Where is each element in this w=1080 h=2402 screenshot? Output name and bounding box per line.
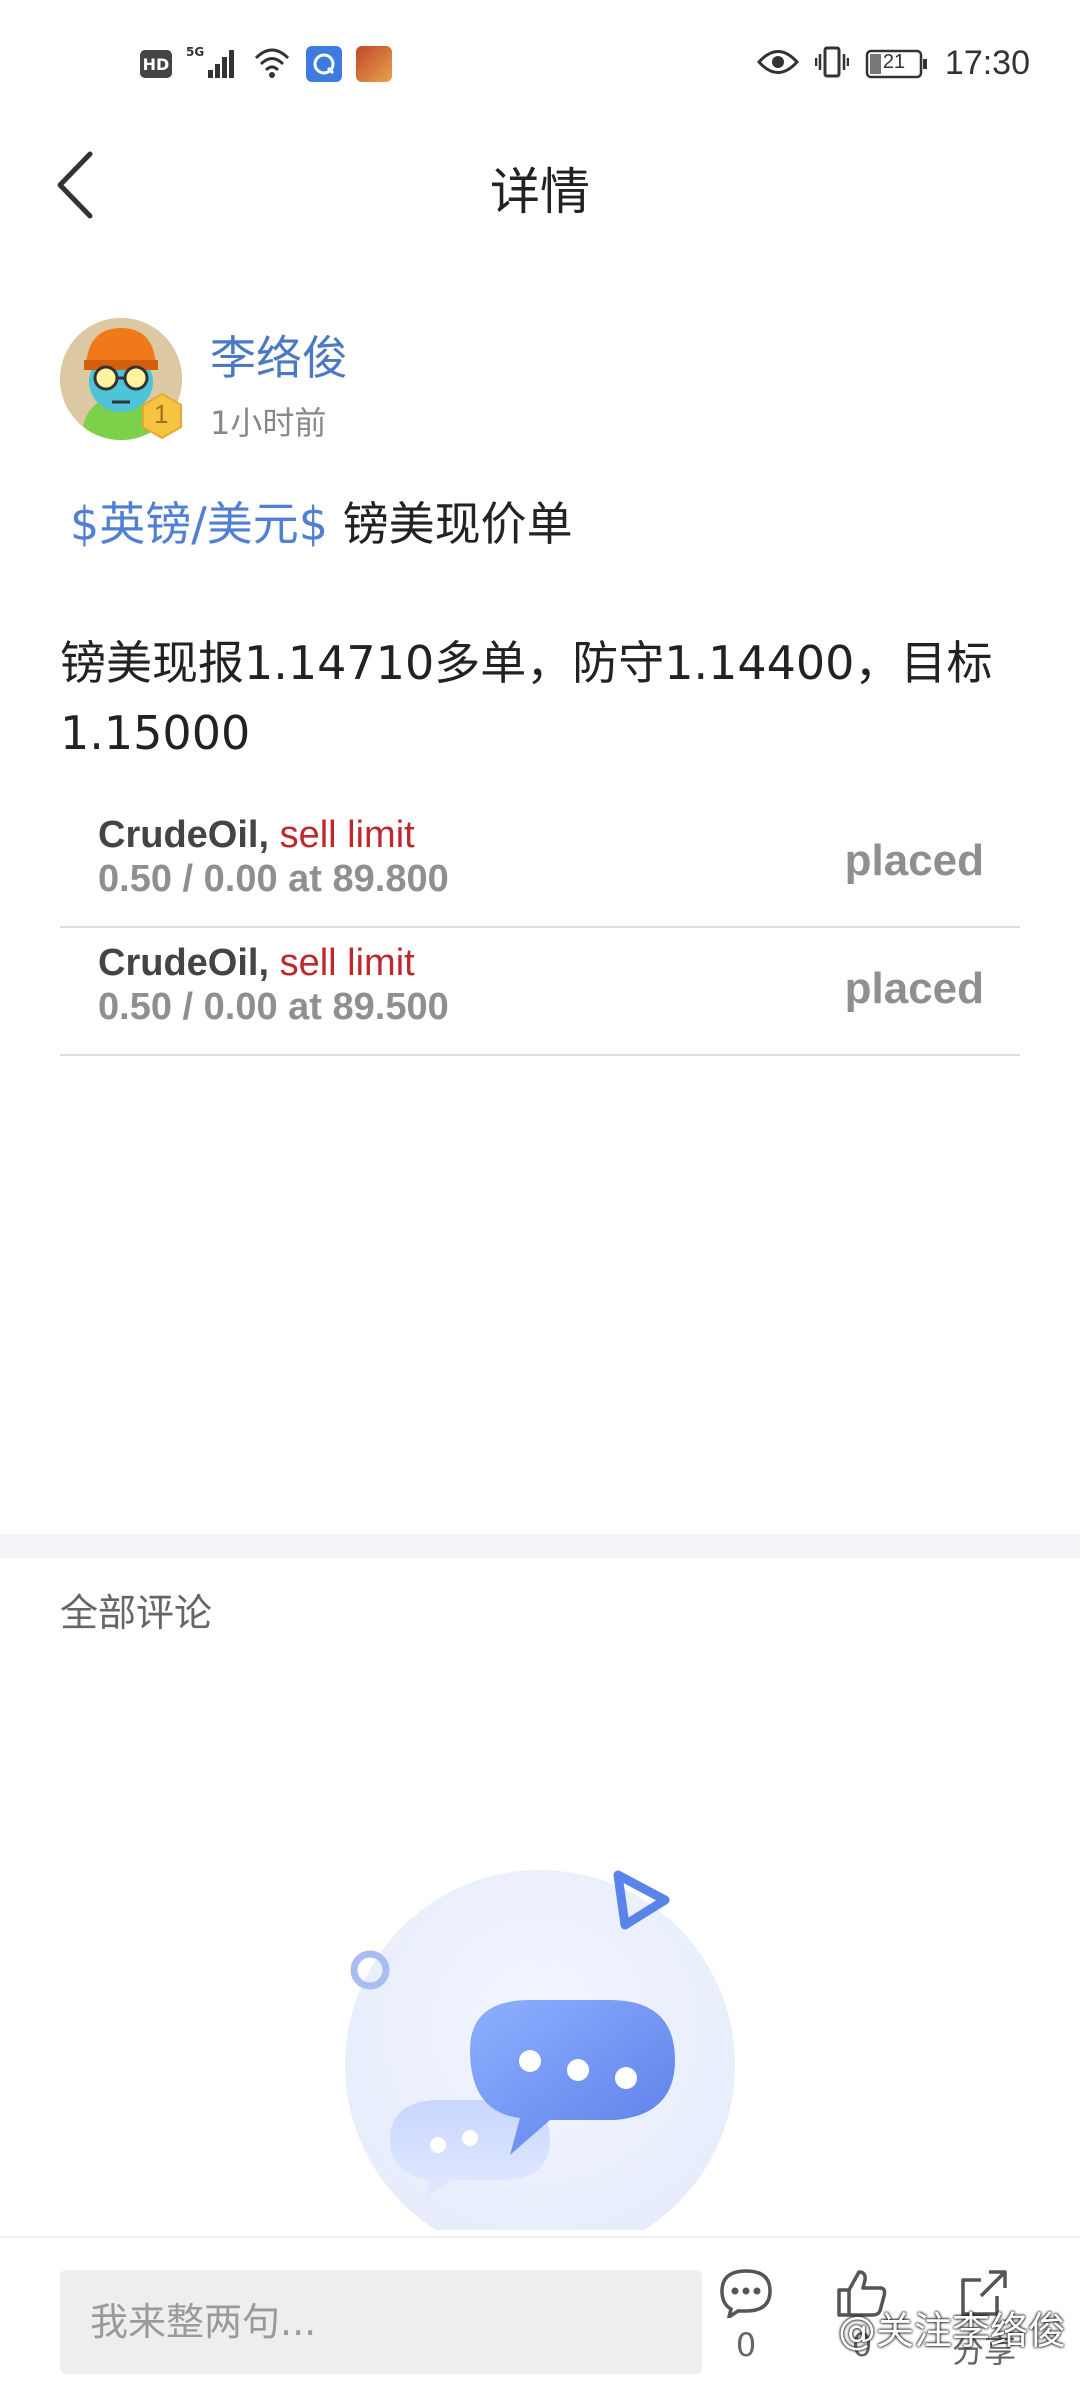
symbol-tag[interactable]: $英镑/美元$: [70, 497, 328, 551]
order-row[interactable]: CrudeOil, sell limit 0.50 / 0.00 at 89.5…: [60, 928, 1020, 1056]
empty-comments-illustration: [330, 1850, 750, 2260]
game-notification-icon: [356, 46, 392, 82]
post-time: 1小时前: [210, 404, 327, 442]
post-title-text: 镑美现价单: [342, 497, 573, 551]
app-notification-icon: [306, 46, 342, 82]
battery-icon: 21: [865, 49, 929, 79]
level-number: 1: [154, 399, 169, 429]
author-name[interactable]: 李络俊: [210, 322, 348, 388]
order-status: placed: [844, 836, 984, 885]
order-detail: 0.50 / 0.00 at 89.800: [98, 858, 449, 900]
order-status: placed: [844, 964, 984, 1013]
post-body: 镑美现报1.14710多单，防守1.14400，目标1.15000: [60, 636, 993, 760]
comment-input[interactable]: [60, 2270, 702, 2374]
watermark: @关注李络俊: [837, 2309, 1066, 2353]
level-badge: 1: [140, 392, 184, 444]
section-divider: [0, 1534, 1080, 1558]
order-row[interactable]: CrudeOil, sell limit 0.50 / 0.00 at 89.8…: [60, 800, 1020, 928]
hd-badge: HD: [140, 50, 172, 78]
status-right: 21 17:30: [756, 44, 1030, 83]
svg-text:5G: 5G: [186, 45, 204, 59]
order-type: sell limit: [279, 814, 415, 856]
order-list: CrudeOil, sell limit 0.50 / 0.00 at 89.8…: [60, 800, 1020, 1056]
comment-count: 0: [735, 2326, 757, 2364]
eye-icon: [756, 47, 799, 81]
order-symbol: CrudeOil,: [98, 942, 270, 984]
order-line: CrudeOil, sell limit: [98, 942, 415, 985]
post-title: $英镑/美元$ 镑美现价单: [70, 488, 573, 554]
page-title: 详情: [490, 163, 590, 221]
nav-bar: 详情: [0, 130, 1080, 240]
order-line: CrudeOil, sell limit: [98, 814, 415, 857]
signal-icon: 5G: [186, 44, 238, 84]
comment-button[interactable]: 0: [706, 2268, 786, 2364]
order-detail: 0.50 / 0.00 at 89.500: [98, 986, 449, 1028]
order-type: sell limit: [279, 942, 415, 984]
status-left: HD 5G: [140, 44, 392, 84]
battery-level: 21: [882, 50, 906, 73]
wifi-icon: [252, 44, 292, 84]
comment-icon: [720, 2269, 772, 2321]
order-symbol: CrudeOil,: [98, 814, 270, 856]
clock: 17:30: [944, 44, 1030, 82]
vibrate-icon: [814, 45, 850, 83]
status-bar: HD 5G 21 17:30: [0, 0, 1080, 130]
comments-header: 全部评论: [60, 1591, 213, 1635]
